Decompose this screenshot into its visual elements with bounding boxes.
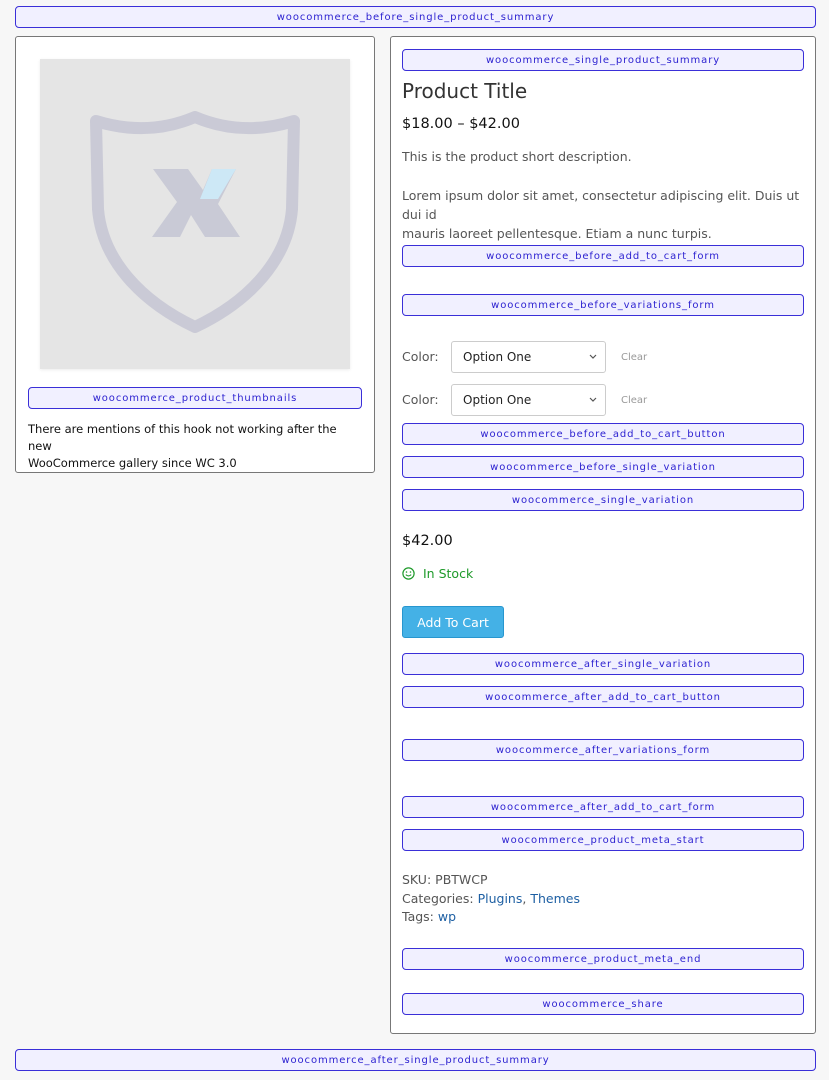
clear-variation-link[interactable]: Clear [621, 395, 647, 406]
hook-product-meta-end: woocommerce_product_meta_end [402, 948, 804, 970]
hook-after-single-product-summary: woocommerce_after_single_product_summary [15, 1049, 816, 1071]
gallery-note: There are mentions of this hook not work… [28, 421, 358, 472]
description-line-1: Lorem ipsum dolor sit amet, consectetur … [402, 188, 800, 222]
hook-single-variation: woocommerce_single_variation [402, 489, 804, 511]
product-meta: SKU: PBTWCP Categories: Plugins, Themes … [402, 871, 580, 927]
hook-before-single-variation: woocommerce_before_single_variation [402, 456, 804, 478]
tags-row: Tags: wp [402, 908, 580, 927]
hook-share: woocommerce_share [402, 993, 804, 1015]
variation-label-color: Color: [402, 392, 439, 407]
hook-after-single-variation: woocommerce_after_single_variation [402, 653, 804, 675]
sku-label: SKU: [402, 872, 432, 887]
hook-after-add-to-cart-form: woocommerce_after_add_to_cart_form [402, 796, 804, 818]
categories-label: Categories: [402, 890, 474, 906]
hook-product-meta-start: woocommerce_product_meta_start [402, 829, 804, 851]
product-gallery: woocommerce_product_thumbnails There are… [15, 36, 375, 473]
color-select[interactable]: Option One [451, 384, 606, 416]
category-separator: , [522, 890, 527, 906]
gallery-note-line-2: WooCommerce gallery since WC 3.0 [28, 456, 237, 470]
description-line-2: mauris laoreet pellentesque. Etiam a nun… [402, 226, 712, 241]
stock-status-text: In Stock [423, 566, 474, 581]
product-title: Product Title [402, 79, 528, 103]
clear-variation-link[interactable]: Clear [621, 352, 647, 363]
hook-single-product-summary: woocommerce_single_product_summary [402, 49, 804, 71]
tag-link-wp[interactable]: wp [438, 909, 456, 924]
color-select-value: Option One [463, 393, 532, 407]
sku-value: PBTWCP [435, 872, 488, 887]
hook-after-variations-form: woocommerce_after_variations_form [402, 739, 804, 761]
category-link-themes[interactable]: Themes [530, 891, 580, 906]
tags-label: Tags: [402, 909, 434, 924]
product-price-range: $18.00 – $42.00 [402, 116, 520, 132]
hook-before-add-to-cart-form: woocommerce_before_add_to_cart_form [402, 245, 804, 267]
color-select-value: Option One [463, 350, 532, 364]
variation-label-color: Color: [402, 349, 439, 364]
variation-price: $42.00 [402, 533, 453, 549]
category-link-plugins[interactable]: Plugins [478, 891, 523, 906]
hook-before-variations-form: woocommerce_before_variations_form [402, 294, 804, 316]
shield-x-logo-icon [90, 111, 300, 333]
hook-product-thumbnails: woocommerce_product_thumbnails [28, 387, 362, 409]
hook-before-single-product-summary: woocommerce_before_single_product_summar… [15, 6, 816, 28]
product-short-description: This is the product short description. [402, 149, 632, 164]
chevron-down-icon [589, 354, 597, 359]
hook-before-add-to-cart-button: woocommerce_before_add_to_cart_button [402, 423, 804, 445]
product-placeholder-image [40, 59, 350, 369]
chevron-down-icon [589, 397, 597, 402]
hook-after-add-to-cart-button: woocommerce_after_add_to_cart_button [402, 686, 804, 708]
product-description: Lorem ipsum dolor sit amet, consectetur … [402, 186, 807, 243]
smiley-icon [402, 567, 415, 580]
add-to-cart-button[interactable]: Add To Cart [402, 606, 504, 638]
stock-status: In Stock [402, 566, 473, 581]
product-summary: woocommerce_single_product_summary Produ… [390, 36, 816, 1034]
color-select[interactable]: Option One [451, 341, 606, 373]
categories-row: Categories: Plugins, Themes [402, 890, 580, 909]
gallery-note-line-1: There are mentions of this hook not work… [28, 422, 337, 453]
sku-row: SKU: PBTWCP [402, 871, 580, 890]
